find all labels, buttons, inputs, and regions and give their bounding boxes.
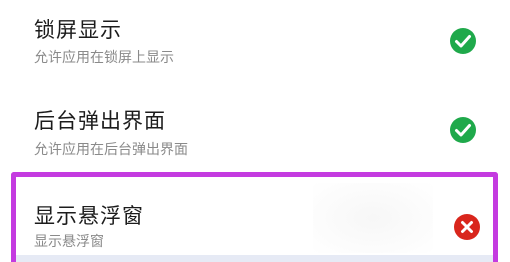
setting-title: 锁屏显示 <box>34 18 122 42</box>
setting-description: 允许应用在锁屏上显示 <box>34 50 174 66</box>
permission-settings-screen: 锁屏显示 允许应用在锁屏上显示 后台弹出界面 允许应用在后台弹出界面 显示悬浮窗… <box>0 0 510 262</box>
bottom-edge-divider <box>16 255 493 262</box>
check-circle-icon[interactable] <box>449 116 477 144</box>
close-circle-icon[interactable] <box>453 213 481 241</box>
check-circle-icon[interactable] <box>449 27 477 55</box>
highlight-glare <box>313 183 433 253</box>
setting-row-background-popup[interactable]: 后台弹出界面 允许应用在后台弹出界面 <box>0 86 510 172</box>
setting-row-floating-window[interactable]: 显示悬浮窗 显示悬浮窗 <box>11 172 498 262</box>
setting-title: 显示悬浮窗 <box>34 204 144 228</box>
setting-description: 允许应用在后台弹出界面 <box>34 142 188 158</box>
setting-title: 后台弹出界面 <box>34 109 166 133</box>
setting-row-lock-screen-display[interactable]: 锁屏显示 允许应用在锁屏上显示 <box>0 0 510 86</box>
setting-description: 显示悬浮窗 <box>34 234 104 250</box>
